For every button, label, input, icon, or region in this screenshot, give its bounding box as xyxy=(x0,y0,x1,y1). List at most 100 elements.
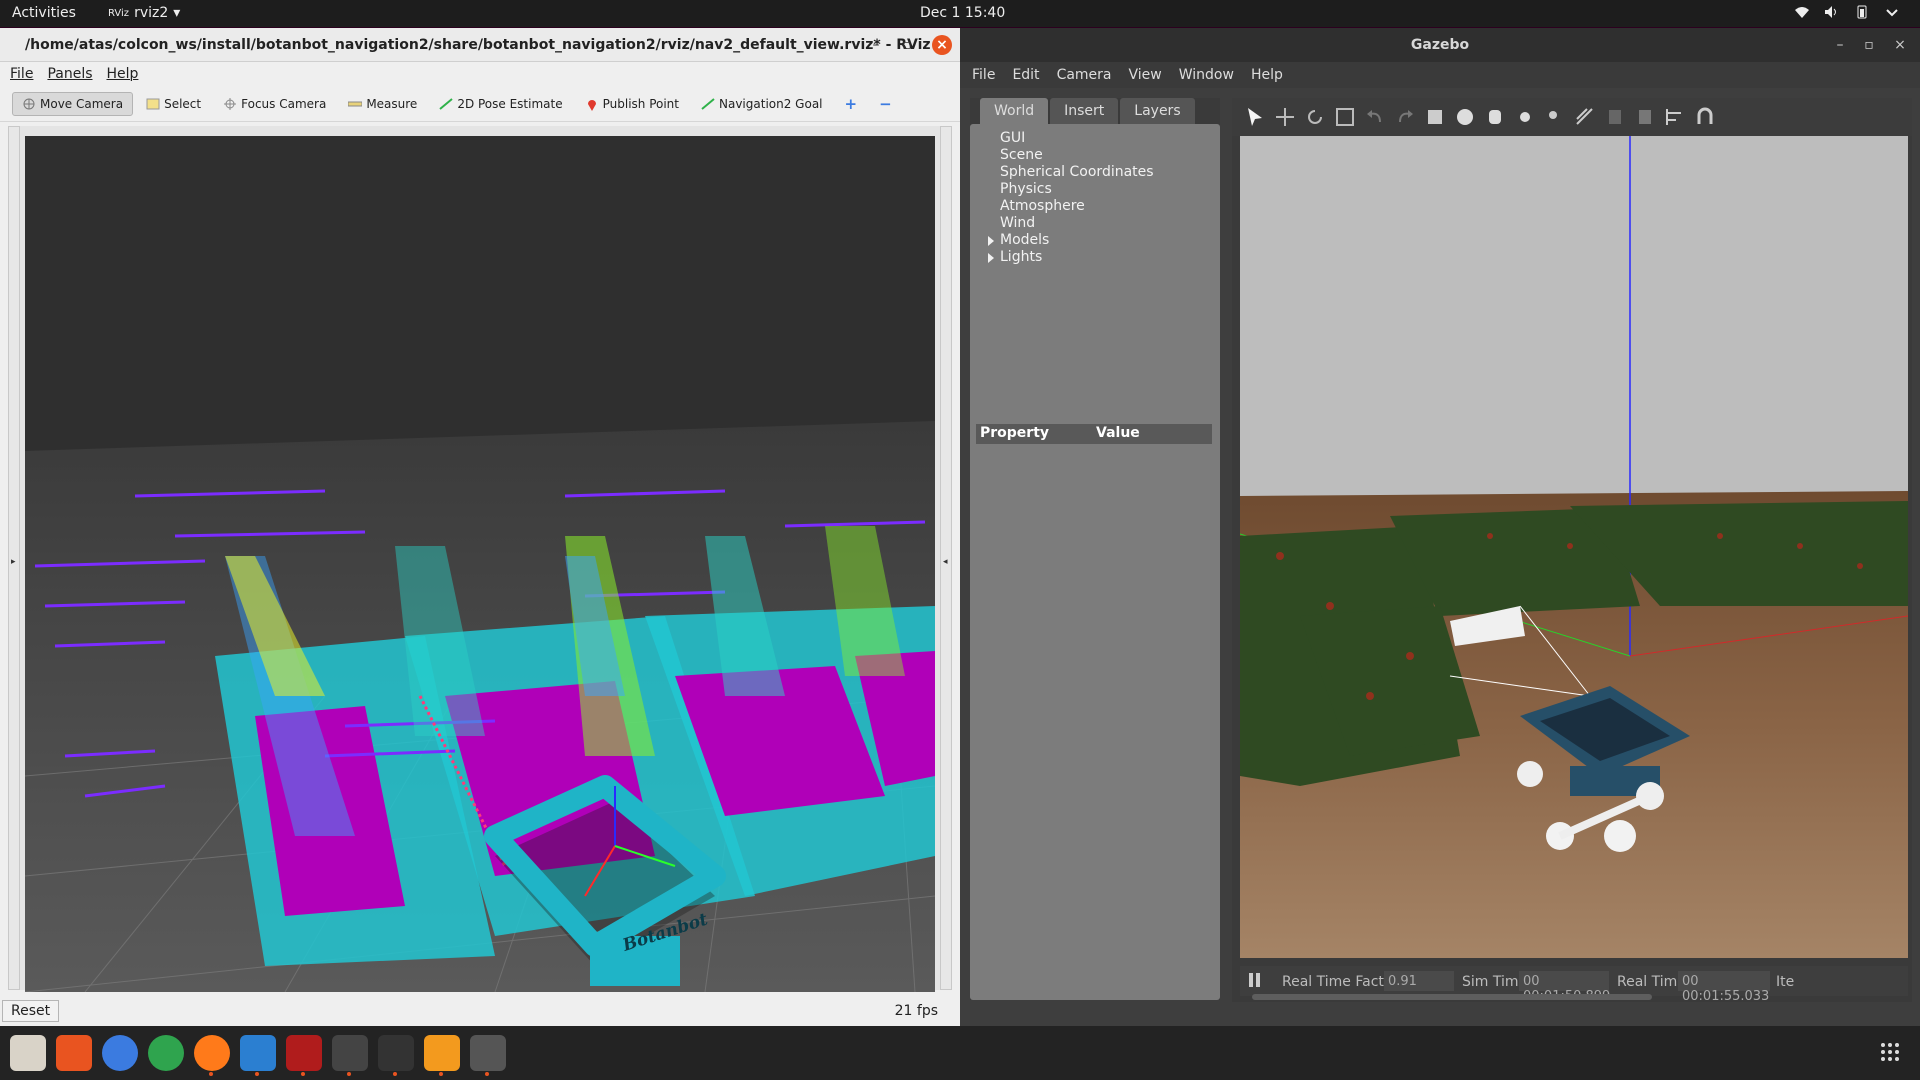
maximize-icon[interactable]: ▫ xyxy=(897,35,917,55)
terminal-icon[interactable] xyxy=(378,1035,414,1071)
menu-help[interactable]: Help xyxy=(1251,67,1283,83)
scale-mode-icon[interactable] xyxy=(1334,106,1356,128)
close-icon[interactable]: × xyxy=(932,35,952,55)
gazebo-toolbar xyxy=(1232,98,1912,136)
measure-button[interactable]: Measure xyxy=(339,93,426,115)
running-indicator xyxy=(255,1072,259,1076)
tree-item-atmosphere[interactable]: Atmosphere xyxy=(1000,198,1220,215)
rviz-view-area: ▸ ◂ Botanbot xyxy=(8,126,952,992)
sublime-text-icon[interactable] xyxy=(424,1035,460,1071)
right-dock-handle[interactable]: ◂ xyxy=(940,126,952,990)
gazebo-view-area: Real Time Factor: 0.91 Sim Time: 00 00:0… xyxy=(1232,98,1912,1004)
chrome-icon[interactable] xyxy=(148,1035,184,1071)
menu-edit[interactable]: Edit xyxy=(1012,67,1039,83)
gazebo-window: Gazebo – ▫ × File Edit Camera View Windo… xyxy=(960,28,1920,1026)
spot-light-icon[interactable] xyxy=(1544,106,1566,128)
move-camera-button[interactable]: Move Camera xyxy=(12,91,134,116)
firefox-icon[interactable] xyxy=(194,1035,230,1071)
align-icon[interactable] xyxy=(1664,106,1686,128)
tree-item-scene[interactable]: Scene xyxy=(1000,147,1220,164)
gazebo-3d-scene[interactable] xyxy=(1240,136,1908,958)
running-indicator xyxy=(347,1072,351,1076)
gazebo-horizontal-scrollbar[interactable] xyxy=(1252,994,1892,1000)
translate-mode-icon[interactable] xyxy=(1274,106,1296,128)
vscode-icon[interactable] xyxy=(240,1035,276,1071)
point-light-icon[interactable] xyxy=(1514,106,1536,128)
rviz-scene: Botanbot xyxy=(25,136,935,992)
nav-goal-icon xyxy=(701,97,715,110)
help-icon[interactable] xyxy=(102,1035,138,1071)
world-panel: GUI Scene Spherical Coordinates Physics … xyxy=(970,124,1220,1000)
files-app-icon[interactable] xyxy=(10,1035,46,1071)
directional-light-icon[interactable] xyxy=(1574,106,1596,128)
copy-icon[interactable] xyxy=(1604,106,1626,128)
show-applications-icon[interactable] xyxy=(1880,1042,1900,1066)
system-monitor-icon[interactable] xyxy=(286,1035,322,1071)
tool-label: Select xyxy=(164,96,202,111)
fps-readout: 21 fps xyxy=(894,1003,938,1019)
rviz-3d-viewport[interactable]: Botanbot xyxy=(25,136,935,992)
menu-file[interactable]: File xyxy=(972,67,995,83)
rviz-titlebar[interactable]: /home/atas/colcon_ws/install/botanbot_na… xyxy=(0,28,960,62)
tree-item-lights[interactable]: Lights xyxy=(988,249,1220,266)
gazebo-titlebar[interactable]: Gazebo – ▫ × xyxy=(960,28,1920,62)
maximize-icon[interactable]: ▫ xyxy=(1859,35,1879,55)
app-menu[interactable]: RViz rviz2 ▾ xyxy=(108,5,180,21)
minimize-icon[interactable]: – xyxy=(1830,35,1850,55)
menu-view[interactable]: View xyxy=(1129,67,1162,83)
pose-estimate-button[interactable]: 2D Pose Estimate xyxy=(430,93,571,115)
tree-item-spherical-coordinates[interactable]: Spherical Coordinates xyxy=(1000,164,1220,181)
menu-help[interactable]: Help xyxy=(107,66,139,82)
menu-camera[interactable]: Camera xyxy=(1057,67,1112,83)
system-tray[interactable] xyxy=(1794,5,1900,19)
reset-button[interactable]: Reset xyxy=(2,1000,60,1022)
undo-icon[interactable] xyxy=(1364,106,1386,128)
tree-item-wind[interactable]: Wind xyxy=(1000,215,1220,232)
sphere-shape-icon[interactable] xyxy=(1454,106,1476,128)
remove-tool-button[interactable]: − xyxy=(870,91,901,117)
menu-panels[interactable]: Panels xyxy=(47,66,92,82)
volume-icon xyxy=(1824,5,1840,19)
left-dock-handle[interactable]: ▸ xyxy=(8,126,20,990)
select-button[interactable]: Select xyxy=(137,93,210,115)
add-tool-button[interactable]: + xyxy=(836,91,867,117)
chevron-down-icon: ▾ xyxy=(173,5,181,21)
snap-icon[interactable] xyxy=(1694,106,1716,128)
clock[interactable]: Dec 1 15:40 xyxy=(920,5,1005,21)
world-tree: GUI Scene Spherical Coordinates Physics … xyxy=(970,124,1220,266)
focus-camera-button[interactable]: Focus Camera xyxy=(214,93,335,115)
cylinder-shape-icon[interactable] xyxy=(1484,106,1506,128)
close-icon[interactable]: × xyxy=(1890,35,1910,55)
app-grid-icon[interactable] xyxy=(332,1035,368,1071)
paste-icon[interactable] xyxy=(1634,106,1656,128)
tree-item-physics[interactable]: Physics xyxy=(1000,181,1220,198)
rviz-dock-icon[interactable] xyxy=(470,1035,506,1071)
rotate-mode-icon[interactable] xyxy=(1304,106,1326,128)
publish-point-button[interactable]: Publish Point xyxy=(576,93,688,115)
tool-label: 2D Pose Estimate xyxy=(457,96,563,111)
rviz-statusbar: Reset 21 fps xyxy=(0,996,960,1026)
minimize-icon[interactable]: – xyxy=(866,35,886,55)
tree-item-gui[interactable]: GUI xyxy=(1000,130,1220,147)
menu-window[interactable]: Window xyxy=(1179,67,1234,83)
chevron-right-icon: ▸ xyxy=(11,557,16,567)
gazebo-tabs: World Insert Layers xyxy=(970,98,1220,124)
tab-layers[interactable]: Layers xyxy=(1120,98,1195,124)
tree-item-models[interactable]: Models xyxy=(988,232,1220,249)
navigation2-goal-button[interactable]: Navigation2 Goal xyxy=(692,93,832,115)
select-mode-icon[interactable] xyxy=(1244,106,1266,128)
scrollbar-thumb[interactable] xyxy=(1252,994,1652,1000)
activities-button[interactable]: Activities xyxy=(12,5,76,21)
tab-world[interactable]: World xyxy=(980,98,1049,124)
box-shape-icon[interactable] xyxy=(1424,106,1446,128)
tool-label: Navigation2 Goal xyxy=(719,96,823,111)
software-center-icon[interactable] xyxy=(56,1035,92,1071)
value-column-header: Value xyxy=(1096,425,1140,441)
redo-icon[interactable] xyxy=(1394,106,1416,128)
pose-estimate-icon xyxy=(439,97,453,110)
pause-icon[interactable] xyxy=(1248,971,1262,993)
menu-file[interactable]: File xyxy=(10,66,33,82)
property-table-header: Property Value xyxy=(976,424,1212,444)
tab-insert[interactable]: Insert xyxy=(1050,98,1119,124)
running-indicator xyxy=(439,1072,443,1076)
